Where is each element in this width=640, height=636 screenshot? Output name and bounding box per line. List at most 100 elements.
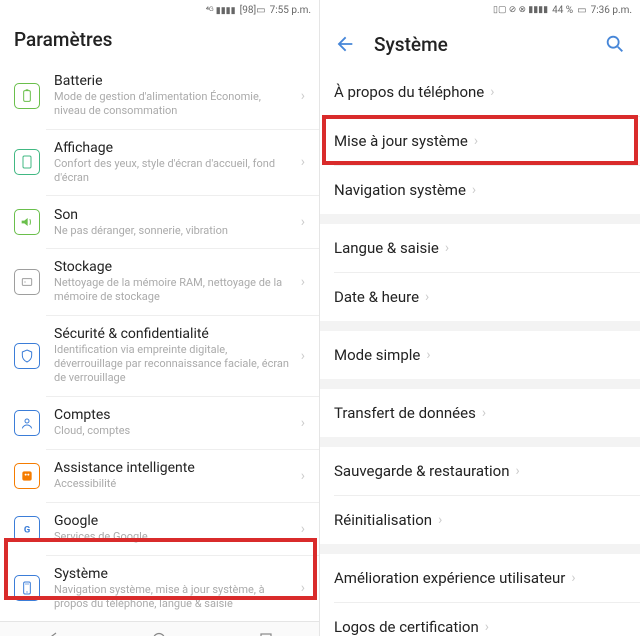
setting-row-assist[interactable]: Assistance intelligenteAccessibilité › (0, 450, 319, 502)
row-label: Affichage (54, 140, 295, 156)
system-row[interactable]: Amélioration expérience utilisateur › (320, 554, 640, 602)
row-subtitle: Accessibilité (54, 477, 295, 491)
chevron-right-icon: › (301, 580, 305, 596)
chevron-right-icon: › (474, 133, 478, 149)
row-label: Sauvegarde & restauration (334, 462, 510, 480)
battery-text: 44 % (552, 5, 573, 16)
system-row[interactable]: Langue & saisie › (320, 224, 640, 272)
system-row[interactable]: Sauvegarde & restauration › (320, 447, 640, 495)
chevron-right-icon: › (301, 348, 305, 364)
row-text: GoogleServices de Google (54, 513, 295, 544)
setting-row-display[interactable]: AffichageConfort des yeux, style d'écran… (0, 130, 319, 196)
page-title: Paramètres (0, 20, 319, 63)
setting-row-battery[interactable]: BatterieMode de gestion d'alimentation É… (0, 63, 319, 129)
status-bar: ▯▢ ⊘ ⊗ ▮▮▮▮ 44 % ▭ 7:36 p.m. (320, 0, 640, 20)
chevron-right-icon: › (426, 347, 430, 363)
chevron-right-icon: › (516, 463, 520, 479)
setting-row-storage[interactable]: StockageNettoyage de la mémoire RAM, net… (0, 249, 319, 315)
nav-home-icon[interactable] (144, 624, 174, 636)
row-text: SonNe pas déranger, sonnerie, vibration (54, 207, 295, 238)
nav-recents-icon[interactable] (251, 624, 281, 636)
system-row[interactable]: Mise à jour système › (320, 117, 640, 165)
row-label: Langue & saisie (334, 239, 439, 257)
svg-text:G: G (24, 524, 30, 535)
row-text: BatterieMode de gestion d'alimentation É… (54, 73, 295, 119)
back-arrow-icon[interactable] (334, 33, 356, 55)
row-subtitle: Navigation système, mise à jour système,… (54, 583, 295, 612)
settings-list[interactable]: BatterieMode de gestion d'alimentation É… (0, 63, 319, 621)
chevron-right-icon: › (301, 154, 305, 170)
search-icon[interactable] (604, 33, 626, 55)
nav-back-icon[interactable] (38, 624, 68, 636)
chevron-right-icon: › (482, 405, 486, 421)
status-bar: ⁴ᴳ ▮▮▮▮ [98]▭ 7:55 p.m. (0, 0, 319, 20)
setting-row-accounts[interactable]: ComptesCloud, comptes › (0, 397, 319, 449)
row-label: Google (54, 513, 295, 529)
system-row[interactable]: À propos du téléphone› (320, 68, 640, 116)
system-row[interactable]: Mode simple › (320, 331, 640, 379)
sound-icon (14, 209, 40, 235)
chevron-right-icon: › (425, 289, 429, 305)
row-text: SystèmeNavigation système, mise à jour s… (54, 566, 295, 612)
signal-icon: ⁴ᴳ ▮▮▮▮ (206, 5, 236, 16)
row-label: Son (54, 207, 295, 223)
accounts-icon (14, 410, 40, 436)
battery-icon (14, 83, 40, 109)
row-label: Assistance intelligente (54, 460, 295, 476)
row-label: Réinitialisation (334, 511, 432, 529)
row-text: ComptesCloud, comptes (54, 407, 295, 438)
row-label: Comptes (54, 407, 295, 423)
row-text: AffichageConfort des yeux, style d'écran… (54, 140, 295, 186)
system-row[interactable]: Logos de certification › (320, 603, 640, 636)
row-label: Mode simple (334, 346, 420, 364)
system-row[interactable]: Transfert de données › (320, 389, 640, 437)
chevron-right-icon: › (472, 182, 476, 198)
assist-icon (14, 463, 40, 489)
row-label: Stockage (54, 259, 295, 275)
row-text: Assistance intelligenteAccessibilité (54, 460, 295, 491)
google-icon: G (14, 516, 40, 542)
row-label: Navigation système (334, 181, 466, 199)
chevron-right-icon: › (438, 512, 442, 528)
system-list[interactable]: À propos du téléphone›Mise à jour systèm… (320, 68, 640, 636)
chevron-right-icon: › (301, 415, 305, 431)
row-text: StockageNettoyage de la mémoire RAM, net… (54, 259, 295, 305)
row-text: Sécurité & confidentialitéIdentification… (54, 326, 295, 386)
chevron-right-icon: › (571, 570, 575, 586)
page-title: Système (374, 33, 604, 56)
system-row[interactable]: Réinitialisation › (320, 496, 640, 544)
row-subtitle: Identification via empreinte digitale, d… (54, 343, 295, 386)
row-label: Sécurité & confidentialité (54, 326, 295, 342)
row-label: Date & heure (334, 288, 419, 306)
settings-main-screen: ⁴ᴳ ▮▮▮▮ [98]▭ 7:55 p.m. Paramètres Batte… (0, 0, 320, 636)
status-time: 7:55 p.m. (270, 5, 311, 16)
row-subtitle: Ne pas déranger, sonnerie, vibration (54, 224, 295, 238)
chevron-right-icon: › (301, 274, 305, 290)
chevron-right-icon: › (301, 214, 305, 230)
status-icons: ▯▢ ⊘ ⊗ ▮▮▮▮ (493, 5, 548, 15)
android-nav-bar (0, 621, 319, 636)
system-row[interactable]: Date & heure › (320, 273, 640, 321)
chevron-right-icon: › (485, 619, 489, 635)
setting-row-google[interactable]: G GoogleServices de Google › (0, 503, 319, 555)
setting-row-system[interactable]: SystèmeNavigation système, mise à jour s… (0, 556, 319, 622)
row-label: Logos de certification (334, 618, 479, 636)
row-label: Transfert de données (334, 404, 476, 422)
row-subtitle: Mode de gestion d'alimentation Économie,… (54, 90, 295, 119)
row-label: Système (54, 566, 295, 582)
chevron-right-icon: › (301, 521, 305, 537)
chevron-right-icon: › (490, 84, 494, 100)
setting-row-sound[interactable]: SonNe pas déranger, sonnerie, vibration › (0, 196, 319, 248)
setting-row-security[interactable]: Sécurité & confidentialitéIdentification… (0, 316, 319, 396)
security-icon (14, 343, 40, 369)
row-subtitle: Services de Google (54, 530, 295, 544)
chevron-right-icon: › (445, 240, 449, 256)
system-row[interactable]: Navigation système › (320, 166, 640, 214)
display-icon (14, 149, 40, 175)
battery-icon: [98]▭ (240, 5, 266, 16)
row-label: Batterie (54, 73, 295, 89)
row-label: Amélioration expérience utilisateur (334, 569, 565, 587)
row-label: Mise à jour système (334, 132, 468, 150)
row-subtitle: Confort des yeux, style d'écran d'accuei… (54, 157, 295, 186)
chevron-right-icon: › (301, 468, 305, 484)
